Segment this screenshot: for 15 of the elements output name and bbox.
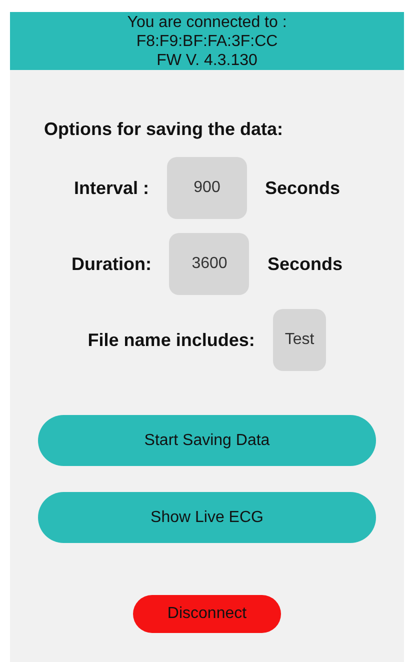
disconnect-button[interactable]: Disconnect [133,595,281,633]
connection-info-text: You are connected to : [127,12,287,32]
unit-label: Seconds [267,252,343,276]
field-label: Duration: [71,252,152,276]
input-field[interactable]: 3600 [169,233,250,295]
input-field[interactable]: Test [272,309,326,371]
connection-info-text: F8:F9:BF:FA:3F:CC [136,32,278,50]
connection-info-text: FW V. 4.3.130 [156,50,258,70]
options-title: Options for saving the data: [44,119,284,139]
input-field[interactable]: 900 [167,157,247,219]
field-label: Interval : [74,176,149,200]
action-button[interactable]: Show Live ECG [38,492,376,543]
unit-label: Seconds [265,176,340,200]
action-button[interactable]: Start Saving Data [38,415,376,466]
field-label: File name includes: [88,328,255,352]
